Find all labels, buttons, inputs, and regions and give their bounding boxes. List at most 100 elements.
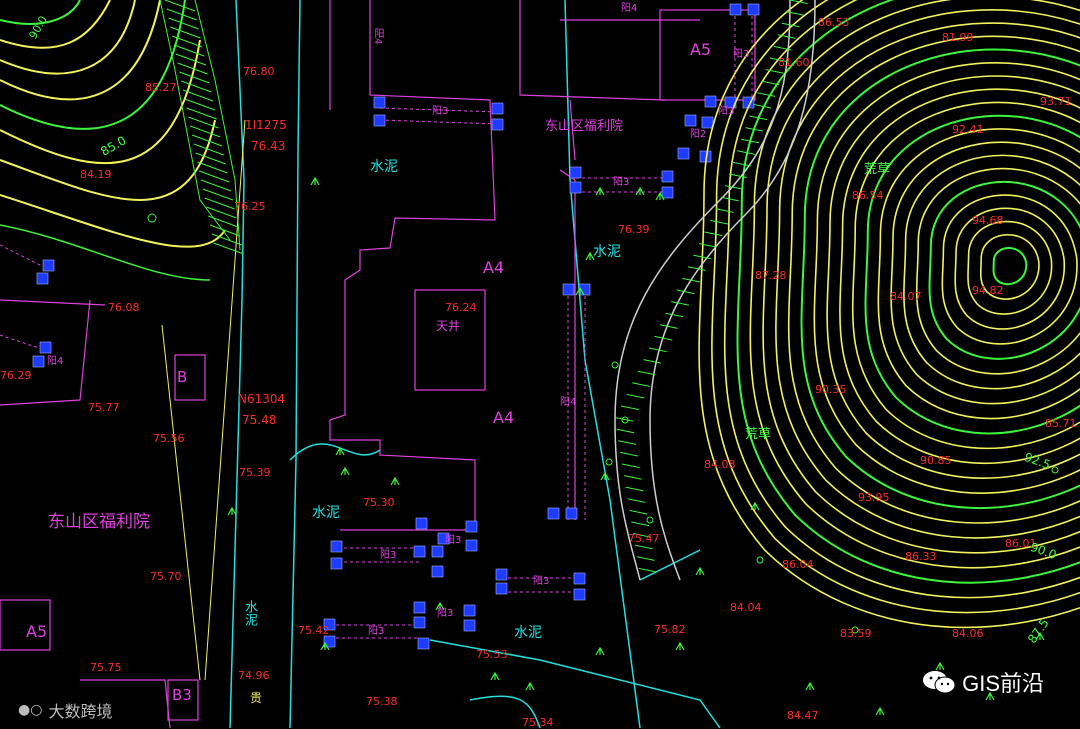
slope-hatching-right bbox=[614, 0, 816, 581]
wechat-icon bbox=[923, 671, 956, 694]
balcony-label: 阳2 bbox=[690, 129, 707, 140]
elevation-label: 86.04 bbox=[782, 558, 814, 571]
slope-tick bbox=[671, 301, 689, 306]
grass-symbol bbox=[805, 681, 815, 691]
slope-tick bbox=[182, 89, 214, 102]
balcony-label: 阳3 bbox=[432, 106, 449, 117]
elevation-label: 93.71 bbox=[1040, 95, 1072, 108]
slope-tick bbox=[209, 224, 241, 237]
slope-tick bbox=[676, 289, 695, 295]
slope-tick bbox=[208, 215, 239, 228]
grass-symbols bbox=[227, 176, 1045, 716]
slope-tick bbox=[621, 463, 640, 469]
slope-tick bbox=[200, 179, 232, 192]
grass-symbol bbox=[310, 176, 320, 186]
elevation-label: 76.43 bbox=[251, 139, 286, 153]
building-class: B bbox=[177, 368, 188, 386]
slope-tick bbox=[634, 544, 653, 550]
elevation-label: 76.25 bbox=[234, 200, 266, 213]
elevation-label: 75.34 bbox=[522, 716, 554, 729]
slope-tick bbox=[197, 161, 228, 174]
balcony-label: 阳4 bbox=[621, 3, 638, 14]
slope-tick bbox=[170, 26, 201, 39]
link-icon: ●○ bbox=[18, 702, 43, 718]
elevation-label: 92.41 bbox=[952, 123, 984, 136]
vegetation-label: 荒草 bbox=[745, 427, 772, 442]
balcony-label: 阳4 bbox=[560, 397, 577, 408]
surface-label: 水泥 bbox=[593, 244, 621, 260]
elevation-label: 76.08 bbox=[108, 301, 140, 314]
grass-symbol bbox=[595, 646, 605, 656]
survey-code: N61304 bbox=[238, 392, 286, 406]
watermark-brand: GIS前沿 bbox=[962, 671, 1044, 696]
slope-tick bbox=[206, 206, 237, 219]
elevation-label: 86.33 bbox=[905, 550, 937, 563]
slope-tick bbox=[627, 498, 646, 503]
slope-tick bbox=[626, 393, 645, 399]
elevation-label: 90.85 bbox=[920, 454, 952, 467]
building-class: A5 bbox=[26, 622, 48, 641]
slope-tick bbox=[665, 312, 684, 318]
slope-tick bbox=[704, 231, 723, 237]
balcony-label: 阳3 bbox=[718, 106, 735, 117]
slope-tick bbox=[168, 17, 199, 30]
buildings bbox=[0, 0, 756, 728]
balcony-label: 阳4 bbox=[372, 28, 383, 45]
slope-tick bbox=[621, 405, 639, 411]
surface-label: 水泥 bbox=[312, 505, 340, 521]
roads bbox=[229, 0, 721, 728]
elevation-label: 94.82 bbox=[972, 284, 1004, 297]
slope-tick bbox=[616, 428, 635, 434]
elevation-label: 75.48 bbox=[242, 413, 277, 427]
slope-tick bbox=[179, 71, 210, 84]
tree-symbols bbox=[147, 213, 1059, 634]
slope-tick bbox=[625, 486, 644, 492]
balcony-label: 阳3 bbox=[445, 535, 462, 546]
elevation-label: 90.35 bbox=[815, 383, 847, 396]
slope-tick bbox=[199, 170, 230, 183]
slope-tick bbox=[618, 440, 637, 445]
watermark-source-text: 大数跨境 bbox=[48, 702, 113, 721]
balcony-label: 阳3 bbox=[437, 608, 454, 619]
contour-line bbox=[851, 101, 1080, 450]
elevation-label: 75.42 bbox=[298, 624, 330, 637]
vegetation-label: 荒草 bbox=[864, 162, 891, 177]
balcony-label: 阳3 bbox=[368, 626, 385, 637]
slope-tick bbox=[637, 370, 656, 376]
elevation-label: 75.70 bbox=[150, 570, 182, 583]
balcony-label: 阳4 bbox=[47, 356, 64, 367]
balcony-label: 阳3 bbox=[613, 177, 630, 188]
slope-tick bbox=[659, 324, 678, 329]
balcony-label: 阳3 bbox=[733, 49, 750, 60]
grass-symbol bbox=[600, 471, 610, 481]
map-label: 贵 bbox=[250, 691, 263, 705]
grass-symbol bbox=[490, 671, 500, 681]
slope-tick bbox=[623, 475, 642, 480]
slope-ticks-right bbox=[615, 0, 808, 573]
elevation-label: 76.39 bbox=[618, 223, 650, 236]
slope-tick bbox=[181, 80, 212, 93]
elevation-label: 75.56 bbox=[153, 432, 185, 445]
slope-tick bbox=[648, 347, 667, 353]
building-name: 东山区福利院 bbox=[545, 119, 624, 134]
slope-tick bbox=[620, 451, 638, 457]
elevation-label: 75.39 bbox=[239, 466, 271, 479]
elevation-label: 75.38 bbox=[366, 695, 398, 708]
building-class: A4 bbox=[493, 408, 515, 427]
elevation-label: 81.60 bbox=[778, 56, 810, 69]
slope-tick bbox=[785, 11, 804, 16]
elevation-label: 94.68 bbox=[972, 214, 1004, 227]
surface-label: 水泥 bbox=[514, 625, 542, 641]
slope-tick bbox=[184, 98, 216, 111]
balcony-label: 阳3 bbox=[533, 576, 550, 587]
slope-tick bbox=[175, 53, 207, 66]
slope-tick bbox=[186, 107, 217, 120]
elevation-label: 74.96 bbox=[238, 669, 270, 682]
contour-line bbox=[800, 48, 1080, 510]
slope-tick bbox=[632, 382, 650, 387]
grass-symbol bbox=[675, 641, 685, 651]
grass-symbol bbox=[875, 706, 885, 716]
grass-symbol bbox=[695, 566, 705, 576]
topographic-map-canvas[interactable] bbox=[0, 0, 1080, 728]
elevation-label: 75.30 bbox=[363, 496, 395, 509]
